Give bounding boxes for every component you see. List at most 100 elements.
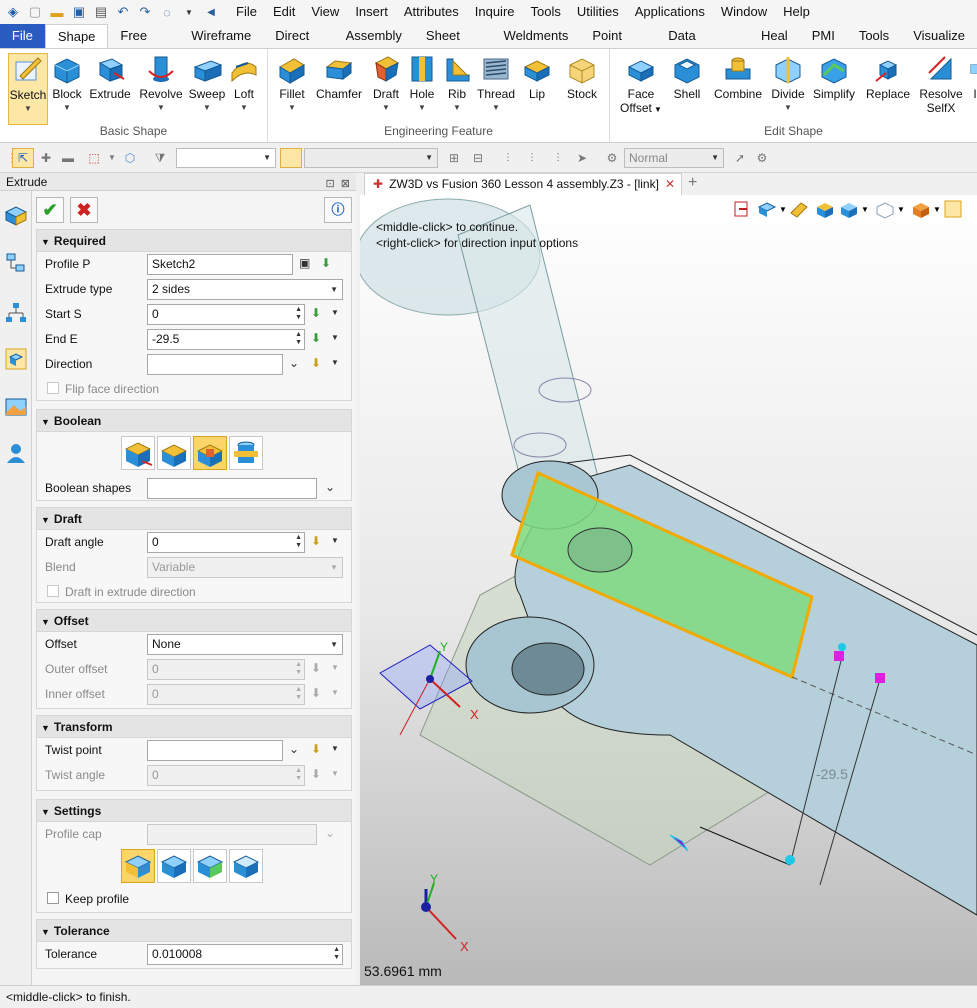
align-icon[interactable]: ⊞ <box>446 150 462 166</box>
partial-ribbon-button[interactable]: I <box>968 53 977 101</box>
settings-header[interactable]: ▼ Settings <box>37 800 351 822</box>
cap-end-button[interactable] <box>193 849 227 883</box>
tab-weldments[interactable]: Weldments <box>492 24 581 48</box>
tolerance-input[interactable]: 0.010008 ▲ ▼ <box>147 944 343 965</box>
filter-combo[interactable]: ▼ <box>176 148 276 168</box>
tab-heal[interactable]: Heal <box>749 24 800 48</box>
remove-shape-button[interactable] <box>193 436 227 470</box>
menu-item-attributes[interactable]: Attributes <box>396 0 467 24</box>
chevron-down-icon[interactable]: ▼ <box>331 744 339 753</box>
tab-assembly[interactable]: Assembly <box>334 24 414 48</box>
twist-angle-input[interactable]: 0 ▲ ▼ <box>147 765 305 786</box>
wire-cube-icon[interactable] <box>876 202 894 219</box>
menu-item-tools[interactable]: Tools <box>523 0 569 24</box>
select-profile-icon[interactable]: ▣ <box>299 256 310 270</box>
loft-button[interactable]: Loft ▼ <box>226 53 262 115</box>
pick-icon-2[interactable]: ⫶ <box>524 150 540 166</box>
direction-input[interactable] <box>147 354 283 375</box>
resolve-selfx-button[interactable]: Resolve SelfX <box>916 53 966 115</box>
flip-checkbox[interactable] <box>47 382 59 394</box>
boolean-shapes-input[interactable] <box>147 478 317 499</box>
double-chevron-icon[interactable]: ⌄ <box>325 480 335 494</box>
tab-pmi[interactable]: PMI <box>800 24 847 48</box>
collapse-icon[interactable]: ◀ <box>202 3 220 21</box>
draft-button[interactable]: Draft ▼ <box>368 53 404 115</box>
chevron-down-icon[interactable]: ▼ <box>331 688 339 697</box>
view-manager-icon[interactable] <box>4 347 28 371</box>
feature-panel-icon[interactable] <box>4 203 28 227</box>
render-cube-icon[interactable] <box>913 203 929 218</box>
remove-icon[interactable]: ▬ <box>60 150 76 166</box>
box-select-icon[interactable]: ⬚ <box>86 150 102 166</box>
outer-offset-input[interactable]: 0 ▲ ▼ <box>147 659 305 680</box>
chevron-down-icon[interactable]: ▼ <box>104 150 120 166</box>
assembly-tree-icon[interactable] <box>4 301 28 325</box>
cap-both-button[interactable] <box>121 849 155 883</box>
redo-icon[interactable]: ↷ <box>136 3 154 21</box>
image-manager-icon[interactable] <box>4 395 28 419</box>
close-panel-icon[interactable]: ⊠ <box>341 178 350 190</box>
add-icon[interactable]: ✚ <box>38 150 54 166</box>
face-offset-button[interactable]: Face Offset ▼ <box>618 53 664 117</box>
chevron-down-icon[interactable]: ▼ <box>861 205 869 214</box>
exit-icon[interactable] <box>734 201 748 217</box>
tab-file[interactable]: File <box>0 24 45 48</box>
menu-item-insert[interactable]: Insert <box>347 0 396 24</box>
options-gear-icon[interactable]: ⚙ <box>754 150 770 166</box>
pick-mode-icon[interactable]: ⇱ <box>12 148 34 168</box>
spinner-icon[interactable]: ▲ ▼ <box>295 767 302 783</box>
rib-button[interactable]: Rib ▼ <box>440 53 474 115</box>
blend-select[interactable]: Variable ▼ <box>147 557 343 578</box>
user-manager-icon[interactable] <box>4 441 28 465</box>
settings-gear-icon[interactable]: ⚙ <box>604 150 620 166</box>
pick-direction-icon[interactable]: ⬇ <box>311 356 321 370</box>
boolean-header[interactable]: ▼ Boolean <box>37 410 351 432</box>
document-tab[interactable]: ✚ ZW3D vs Fusion 360 Lesson 4 assembly.Z3… <box>364 173 682 195</box>
pick-profile-icon[interactable]: ⬇ <box>321 256 331 270</box>
stock-button[interactable]: Stock <box>562 53 602 101</box>
draft-header[interactable]: ▼ Draft <box>37 508 351 530</box>
base-shape-button[interactable] <box>121 436 155 470</box>
spinner-icon[interactable]: ▲ ▼ <box>295 534 302 550</box>
offset-header[interactable]: ▼ Offset <box>37 610 351 632</box>
pick-icon-1[interactable]: ⫶ <box>500 150 516 166</box>
chevron-down-icon[interactable]: ▼ <box>331 333 339 342</box>
pick-inner-icon[interactable]: ⬇ <box>311 686 321 700</box>
print-icon[interactable]: ▤ <box>92 3 110 21</box>
draft-angle-input[interactable]: 0 ▲ ▼ <box>147 532 305 553</box>
required-header[interactable]: ▼ Required <box>37 230 351 252</box>
menu-item-utilities[interactable]: Utilities <box>569 0 627 24</box>
cancel-button[interactable]: ✖ <box>70 197 98 223</box>
pick-outer-icon[interactable]: ⬇ <box>311 661 321 675</box>
new-tab-icon[interactable]: + <box>688 173 697 193</box>
close-tab-icon[interactable]: ✕ <box>665 174 675 194</box>
part-filter-icon[interactable] <box>280 148 302 168</box>
help-button[interactable]: ⓘ <box>324 197 352 223</box>
view-orient-icon[interactable] <box>757 202 777 217</box>
chamfer-button[interactable]: Chamfer <box>314 53 364 101</box>
hole-button[interactable]: Hole ▼ <box>406 53 438 115</box>
transform-header[interactable]: ▼ Transform <box>37 716 351 738</box>
cap-none-button[interactable] <box>229 849 263 883</box>
inner-offset-input[interactable]: 0 ▲ ▼ <box>147 684 305 705</box>
start-input[interactable]: 0 ▲ ▼ <box>147 304 305 325</box>
chevron-down-icon[interactable]: ▼ <box>779 205 787 214</box>
select-icon[interactable]: ◌ <box>158 3 176 21</box>
spinner-icon[interactable]: ▲ ▼ <box>295 306 302 322</box>
double-chevron-icon[interactable]: ⌄ <box>325 826 335 840</box>
end-handle-1[interactable] <box>834 651 844 661</box>
history-tree-icon[interactable] <box>4 251 28 275</box>
3d-viewport[interactable]: <middle-click> to continue. <right-click… <box>360 195 977 985</box>
add-shape-button[interactable] <box>157 436 191 470</box>
eraser-icon[interactable] <box>790 202 808 218</box>
tolerance-header[interactable]: ▼ Tolerance <box>37 920 351 942</box>
fillet-button[interactable]: Fillet ▼ <box>274 53 310 115</box>
draft-direction-checkbox[interactable] <box>47 585 59 597</box>
extrude-button[interactable]: Extrude <box>88 53 132 101</box>
chevron-down-icon[interactable]: ▼ <box>933 205 941 214</box>
double-chevron-icon[interactable]: ⌄ <box>289 742 299 756</box>
chevron-down-icon[interactable]: ▼ <box>331 536 339 545</box>
tab-data-exchange[interactable]: Data Exchange <box>656 24 749 67</box>
shell-button[interactable]: Shell <box>668 53 706 101</box>
pick-start-icon[interactable]: ⬇ <box>311 306 321 320</box>
